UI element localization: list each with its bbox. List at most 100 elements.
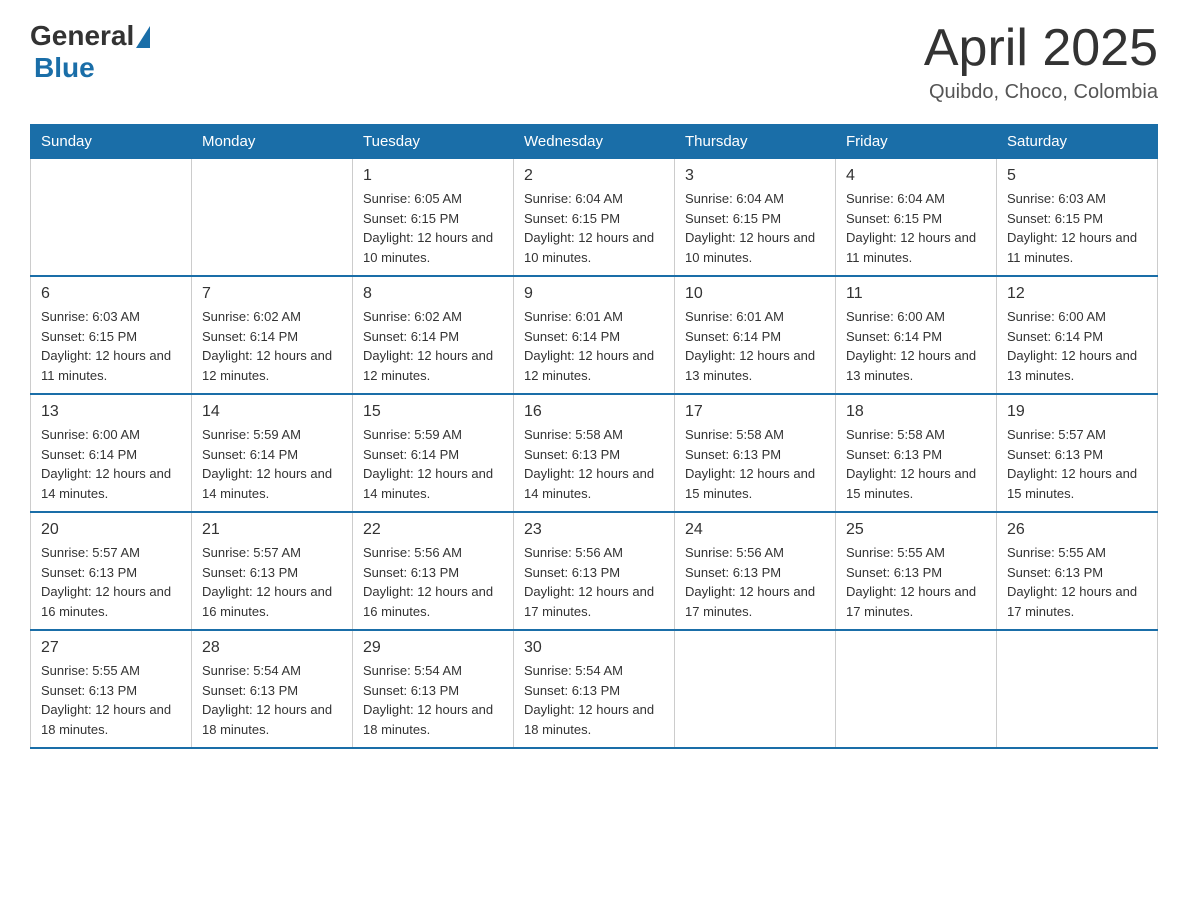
header-monday: Monday: [192, 125, 353, 159]
calendar-week-row: 13 Sunrise: 6:00 AMSunset: 6:14 PMDaylig…: [31, 394, 1158, 512]
day-info: Sunrise: 5:54 AMSunset: 6:13 PMDaylight:…: [524, 661, 664, 739]
day-info: Sunrise: 5:58 AMSunset: 6:13 PMDaylight:…: [524, 425, 664, 503]
day-number: 8: [363, 285, 503, 303]
day-number: 30: [524, 639, 664, 657]
calendar-cell: 8 Sunrise: 6:02 AMSunset: 6:14 PMDayligh…: [353, 276, 514, 394]
day-number: 27: [41, 639, 181, 657]
location: Quibdo, Choco, Colombia: [924, 81, 1158, 104]
day-number: 28: [202, 639, 342, 657]
day-info: Sunrise: 5:56 AMSunset: 6:13 PMDaylight:…: [524, 543, 664, 621]
day-info: Sunrise: 6:04 AMSunset: 6:15 PMDaylight:…: [846, 189, 986, 267]
day-info: Sunrise: 5:57 AMSunset: 6:13 PMDaylight:…: [1007, 425, 1147, 503]
day-number: 1: [363, 167, 503, 185]
header-sunday: Sunday: [31, 125, 192, 159]
calendar-cell: 15 Sunrise: 5:59 AMSunset: 6:14 PMDaylig…: [353, 394, 514, 512]
calendar-table: SundayMondayTuesdayWednesdayThursdayFrid…: [30, 124, 1158, 749]
calendar-cell: 1 Sunrise: 6:05 AMSunset: 6:15 PMDayligh…: [353, 159, 514, 277]
calendar-cell: 2 Sunrise: 6:04 AMSunset: 6:15 PMDayligh…: [514, 159, 675, 277]
calendar-header-row: SundayMondayTuesdayWednesdayThursdayFrid…: [31, 125, 1158, 159]
calendar-cell: [997, 630, 1158, 748]
logo: General Blue: [30, 20, 150, 84]
calendar-cell: 18 Sunrise: 5:58 AMSunset: 6:13 PMDaylig…: [836, 394, 997, 512]
day-number: 19: [1007, 403, 1147, 421]
header-thursday: Thursday: [675, 125, 836, 159]
calendar-cell: [675, 630, 836, 748]
calendar-week-row: 20 Sunrise: 5:57 AMSunset: 6:13 PMDaylig…: [31, 512, 1158, 630]
day-info: Sunrise: 6:04 AMSunset: 6:15 PMDaylight:…: [685, 189, 825, 267]
calendar-cell: 20 Sunrise: 5:57 AMSunset: 6:13 PMDaylig…: [31, 512, 192, 630]
day-info: Sunrise: 5:55 AMSunset: 6:13 PMDaylight:…: [1007, 543, 1147, 621]
day-info: Sunrise: 6:00 AMSunset: 6:14 PMDaylight:…: [41, 425, 181, 503]
calendar-cell: 4 Sunrise: 6:04 AMSunset: 6:15 PMDayligh…: [836, 159, 997, 277]
day-info: Sunrise: 6:05 AMSunset: 6:15 PMDaylight:…: [363, 189, 503, 267]
calendar-cell: 3 Sunrise: 6:04 AMSunset: 6:15 PMDayligh…: [675, 159, 836, 277]
calendar-cell: 22 Sunrise: 5:56 AMSunset: 6:13 PMDaylig…: [353, 512, 514, 630]
day-number: 2: [524, 167, 664, 185]
header-saturday: Saturday: [997, 125, 1158, 159]
day-info: Sunrise: 5:58 AMSunset: 6:13 PMDaylight:…: [685, 425, 825, 503]
day-number: 20: [41, 521, 181, 539]
day-info: Sunrise: 6:01 AMSunset: 6:14 PMDaylight:…: [685, 307, 825, 385]
calendar-cell: 7 Sunrise: 6:02 AMSunset: 6:14 PMDayligh…: [192, 276, 353, 394]
logo-blue-text: Blue: [34, 52, 95, 84]
day-number: 16: [524, 403, 664, 421]
day-number: 5: [1007, 167, 1147, 185]
header-friday: Friday: [836, 125, 997, 159]
day-info: Sunrise: 6:02 AMSunset: 6:14 PMDaylight:…: [363, 307, 503, 385]
calendar-cell: 26 Sunrise: 5:55 AMSunset: 6:13 PMDaylig…: [997, 512, 1158, 630]
day-number: 25: [846, 521, 986, 539]
calendar-cell: [836, 630, 997, 748]
day-info: Sunrise: 5:56 AMSunset: 6:13 PMDaylight:…: [685, 543, 825, 621]
calendar-week-row: 1 Sunrise: 6:05 AMSunset: 6:15 PMDayligh…: [31, 159, 1158, 277]
calendar-cell: 12 Sunrise: 6:00 AMSunset: 6:14 PMDaylig…: [997, 276, 1158, 394]
day-number: 13: [41, 403, 181, 421]
day-info: Sunrise: 5:54 AMSunset: 6:13 PMDaylight:…: [363, 661, 503, 739]
calendar-cell: [192, 159, 353, 277]
day-info: Sunrise: 5:57 AMSunset: 6:13 PMDaylight:…: [202, 543, 342, 621]
day-number: 6: [41, 285, 181, 303]
calendar-cell: 29 Sunrise: 5:54 AMSunset: 6:13 PMDaylig…: [353, 630, 514, 748]
day-info: Sunrise: 6:01 AMSunset: 6:14 PMDaylight:…: [524, 307, 664, 385]
calendar-week-row: 6 Sunrise: 6:03 AMSunset: 6:15 PMDayligh…: [31, 276, 1158, 394]
calendar-cell: 17 Sunrise: 5:58 AMSunset: 6:13 PMDaylig…: [675, 394, 836, 512]
calendar-week-row: 27 Sunrise: 5:55 AMSunset: 6:13 PMDaylig…: [31, 630, 1158, 748]
calendar-cell: 21 Sunrise: 5:57 AMSunset: 6:13 PMDaylig…: [192, 512, 353, 630]
day-info: Sunrise: 5:54 AMSunset: 6:13 PMDaylight:…: [202, 661, 342, 739]
day-info: Sunrise: 5:59 AMSunset: 6:14 PMDaylight:…: [202, 425, 342, 503]
day-info: Sunrise: 6:03 AMSunset: 6:15 PMDaylight:…: [1007, 189, 1147, 267]
day-number: 10: [685, 285, 825, 303]
day-number: 21: [202, 521, 342, 539]
day-info: Sunrise: 5:56 AMSunset: 6:13 PMDaylight:…: [363, 543, 503, 621]
day-number: 15: [363, 403, 503, 421]
day-info: Sunrise: 6:00 AMSunset: 6:14 PMDaylight:…: [1007, 307, 1147, 385]
calendar-cell: 23 Sunrise: 5:56 AMSunset: 6:13 PMDaylig…: [514, 512, 675, 630]
day-info: Sunrise: 6:04 AMSunset: 6:15 PMDaylight:…: [524, 189, 664, 267]
day-number: 18: [846, 403, 986, 421]
calendar-cell: 25 Sunrise: 5:55 AMSunset: 6:13 PMDaylig…: [836, 512, 997, 630]
day-info: Sunrise: 5:57 AMSunset: 6:13 PMDaylight:…: [41, 543, 181, 621]
day-info: Sunrise: 5:58 AMSunset: 6:13 PMDaylight:…: [846, 425, 986, 503]
header-tuesday: Tuesday: [353, 125, 514, 159]
calendar-cell: 13 Sunrise: 6:00 AMSunset: 6:14 PMDaylig…: [31, 394, 192, 512]
day-number: 24: [685, 521, 825, 539]
day-number: 17: [685, 403, 825, 421]
day-number: 4: [846, 167, 986, 185]
day-info: Sunrise: 6:02 AMSunset: 6:14 PMDaylight:…: [202, 307, 342, 385]
logo-general-text: General: [30, 20, 134, 52]
calendar-cell: 6 Sunrise: 6:03 AMSunset: 6:15 PMDayligh…: [31, 276, 192, 394]
day-number: 26: [1007, 521, 1147, 539]
logo-triangle-icon: [136, 26, 150, 48]
calendar-cell: 30 Sunrise: 5:54 AMSunset: 6:13 PMDaylig…: [514, 630, 675, 748]
day-number: 3: [685, 167, 825, 185]
day-number: 12: [1007, 285, 1147, 303]
calendar-cell: [31, 159, 192, 277]
calendar-cell: 10 Sunrise: 6:01 AMSunset: 6:14 PMDaylig…: [675, 276, 836, 394]
day-info: Sunrise: 6:00 AMSunset: 6:14 PMDaylight:…: [846, 307, 986, 385]
title-section: April 2025 Quibdo, Choco, Colombia: [924, 20, 1158, 104]
day-number: 22: [363, 521, 503, 539]
calendar-cell: 24 Sunrise: 5:56 AMSunset: 6:13 PMDaylig…: [675, 512, 836, 630]
day-info: Sunrise: 5:59 AMSunset: 6:14 PMDaylight:…: [363, 425, 503, 503]
calendar-cell: 5 Sunrise: 6:03 AMSunset: 6:15 PMDayligh…: [997, 159, 1158, 277]
day-number: 9: [524, 285, 664, 303]
calendar-cell: 19 Sunrise: 5:57 AMSunset: 6:13 PMDaylig…: [997, 394, 1158, 512]
